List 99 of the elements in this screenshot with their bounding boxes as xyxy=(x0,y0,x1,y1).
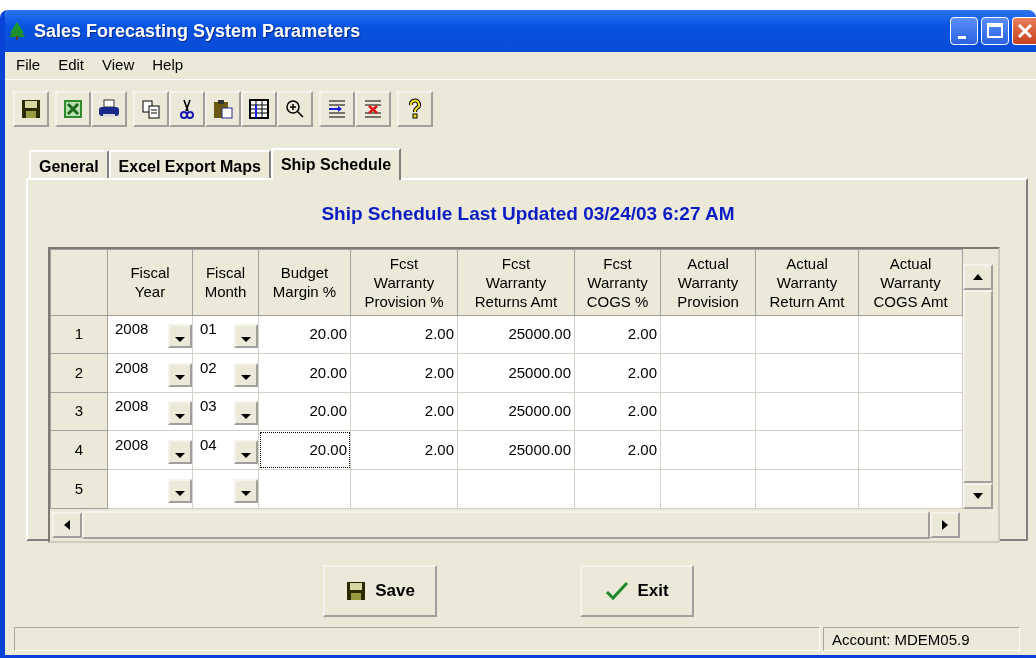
table-cell[interactable]: 20.00 xyxy=(258,353,351,393)
maximize-button[interactable] xyxy=(981,17,1009,45)
row-header[interactable]: 5 xyxy=(50,469,108,508)
table-cell: 2.00 xyxy=(350,353,458,393)
save-button[interactable]: Save xyxy=(323,565,437,617)
tab[interactable]: Ship Schedule xyxy=(270,148,402,180)
toolbar-button[interactable] xyxy=(205,90,241,127)
delete-row-icon xyxy=(362,97,384,120)
close-button[interactable] xyxy=(1012,17,1036,45)
table-cell: 2008 xyxy=(115,397,149,416)
toolbar-button[interactable] xyxy=(55,90,91,127)
column-header[interactable]: Fiscal Year xyxy=(107,249,193,315)
paste-icon xyxy=(212,97,234,120)
table-cell: 25000.00 xyxy=(457,353,575,393)
table-cell[interactable] xyxy=(258,469,351,508)
table-cell: 2.00 xyxy=(574,315,661,354)
dropdown-button[interactable] xyxy=(234,324,258,349)
grid-icon xyxy=(248,97,270,120)
row-header[interactable]: 4 xyxy=(50,430,108,470)
table-cell: 2008 xyxy=(115,320,149,339)
table-cell: 2.00 xyxy=(574,430,661,470)
menu-item[interactable]: View xyxy=(93,54,144,77)
scroll-left-button[interactable] xyxy=(52,511,82,538)
column-header[interactable]: Fcst Warranty Provision % xyxy=(350,249,458,315)
toolbar-button[interactable] xyxy=(277,90,313,127)
toolbar-button[interactable] xyxy=(13,90,49,127)
window-title: Sales Forecasting System Parameters xyxy=(34,19,361,43)
spreadsheet-icon xyxy=(62,97,84,120)
tab[interactable]: Excel Export Maps xyxy=(108,150,271,178)
table-cell: 2.00 xyxy=(574,392,661,431)
scroll-up-button[interactable] xyxy=(963,263,993,290)
column-header[interactable]: Actual Warranty Return Amt xyxy=(755,249,859,315)
exit-button[interactable]: Exit xyxy=(580,565,694,617)
column-header[interactable]: Fiscal Month xyxy=(192,249,259,315)
table-cell: 2008 xyxy=(115,358,149,377)
dropdown-button[interactable] xyxy=(168,401,192,426)
table-cell: 2.00 xyxy=(350,392,458,431)
menu-item[interactable]: Help xyxy=(143,54,193,77)
status-text: Account: MDEM05.9 xyxy=(823,627,1020,651)
table-cell: 2.00 xyxy=(574,353,661,393)
column-header[interactable]: Fcst Warranty Returns Amt xyxy=(457,249,575,315)
copy-icon xyxy=(140,97,162,120)
insert-row-icon xyxy=(326,97,348,120)
table-cell[interactable]: 20.00 xyxy=(258,315,351,354)
row-header[interactable]: 1 xyxy=(50,315,108,354)
table-cell[interactable]: 20.00 xyxy=(258,430,351,470)
table-cell: 01 xyxy=(200,320,217,339)
menu-item[interactable]: Edit xyxy=(49,54,94,77)
arrow-right-icon xyxy=(942,519,948,530)
tree-icon xyxy=(8,21,26,41)
dropdown-button[interactable] xyxy=(234,401,258,426)
minimize-icon xyxy=(958,35,966,39)
column-header[interactable]: Budget Margin % xyxy=(258,249,351,315)
arrow-up-icon xyxy=(973,273,983,280)
toolbar-button[interactable] xyxy=(319,90,355,127)
toolbar-button[interactable] xyxy=(241,90,277,127)
dropdown-button[interactable] xyxy=(234,440,258,465)
table-cell: 02 xyxy=(200,358,217,377)
scroll-down-button[interactable] xyxy=(963,482,993,509)
menu-item[interactable]: File xyxy=(7,54,50,77)
maximize-icon xyxy=(987,23,1003,39)
save-icon xyxy=(20,97,42,120)
dropdown-button[interactable] xyxy=(234,478,258,503)
dropdown-button[interactable] xyxy=(168,440,192,465)
dropdown-button[interactable] xyxy=(168,362,192,387)
dropdown-button[interactable] xyxy=(234,362,258,387)
toolbar-button[interactable] xyxy=(91,90,127,127)
printer-icon xyxy=(98,97,120,120)
row-header[interactable]: 2 xyxy=(50,353,108,393)
heading: Ship Schedule Last Updated 03/24/03 6:27 AM xyxy=(321,203,735,224)
table-cell: 2.00 xyxy=(350,315,458,354)
table-cell: 25000.00 xyxy=(457,315,575,354)
scroll-right-button[interactable] xyxy=(930,511,960,538)
checkmark-icon xyxy=(605,581,630,601)
column-header[interactable]: Actual Warranty COGS Amt xyxy=(858,249,963,315)
close-icon xyxy=(1016,23,1033,39)
table-cell: 2.00 xyxy=(350,430,458,470)
horizontal-scrollbar[interactable] xyxy=(50,508,960,541)
scroll-thumb[interactable] xyxy=(963,289,993,483)
minimize-button[interactable] xyxy=(950,17,978,45)
scroll-thumb[interactable] xyxy=(82,510,930,539)
toolbar-button[interactable] xyxy=(169,90,205,127)
zoom-icon xyxy=(284,97,306,120)
column-header[interactable]: Fcst Warranty COGS % xyxy=(574,249,661,315)
save-icon xyxy=(345,580,368,602)
table-cell: 04 xyxy=(200,436,217,455)
arrow-down-icon xyxy=(973,492,983,499)
table-cell: 25000.00 xyxy=(457,392,575,431)
tab[interactable]: General xyxy=(29,150,109,178)
table-cell: 2008 xyxy=(115,436,149,455)
toolbar-button[interactable] xyxy=(397,90,433,127)
dropdown-button[interactable] xyxy=(168,478,192,503)
table-cell[interactable]: 20.00 xyxy=(258,392,351,431)
arrow-left-icon xyxy=(64,519,70,530)
table-cell: 25000.00 xyxy=(457,430,575,470)
row-header[interactable]: 3 xyxy=(50,392,108,431)
column-header[interactable]: Actual Warranty Provision xyxy=(660,249,756,315)
table-cell: 03 xyxy=(200,397,217,416)
dropdown-button[interactable] xyxy=(168,324,192,349)
